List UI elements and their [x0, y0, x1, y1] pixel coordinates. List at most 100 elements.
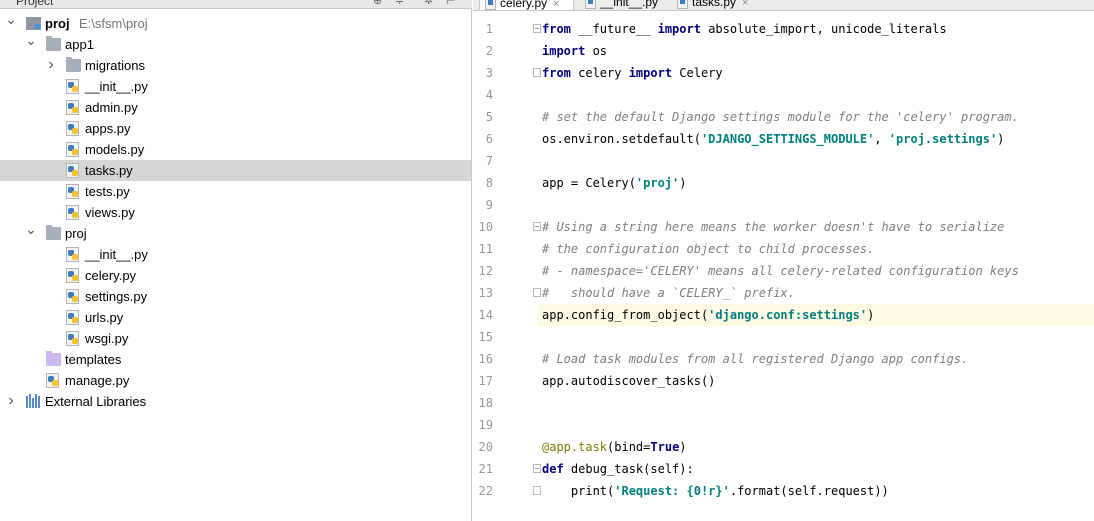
- tab--init-py[interactable]: __init__.py×: [580, 0, 666, 10]
- project-path: E:\sfsm\proj: [79, 16, 148, 31]
- collapse-icon[interactable]: ≑: [395, 0, 404, 7]
- code-line[interactable]: [473, 194, 1094, 216]
- code-line[interactable]: os.environ.setdefault('DJANGO_SETTINGS_M…: [473, 128, 1094, 150]
- tree-item-templates[interactable]: templates: [0, 349, 471, 370]
- tree-item-label: celery.py: [85, 268, 137, 283]
- tree-item-views-py[interactable]: views.py: [0, 202, 471, 223]
- code-line[interactable]: # set the default Django settings module…: [473, 106, 1094, 128]
- code-line[interactable]: from celery import Celery: [473, 62, 1094, 84]
- tree-item-label: settings.py: [85, 289, 148, 304]
- code-line[interactable]: app.autodiscover_tasks(): [473, 370, 1094, 392]
- tree-item-wsgi-py[interactable]: wsgi.py: [0, 328, 471, 349]
- tree-item-celery-py[interactable]: celery.py: [0, 265, 471, 286]
- tree-item--init-py[interactable]: __init__.py: [0, 244, 471, 265]
- fold-marker-icon[interactable]: [533, 222, 541, 231]
- code-line[interactable]: # - namespace='CELERY' means all celery-…: [473, 260, 1094, 282]
- tree-item-label: wsgi.py: [85, 331, 129, 346]
- tab-label: celery.py: [500, 0, 548, 10]
- code-text: print('Request: {0!r}'.format(self.reque…: [542, 484, 889, 498]
- tree-item-label: proj: [65, 226, 87, 241]
- tree-item-app1[interactable]: ⌄ app1: [0, 32, 471, 55]
- tree-item-admin-py[interactable]: admin.py: [0, 97, 471, 118]
- tree-item-label: views.py: [85, 205, 135, 220]
- chevron-down-icon[interactable]: ⌄: [5, 9, 17, 30]
- code-line[interactable]: from __future__ import absolute_import, …: [473, 18, 1094, 40]
- code-line[interactable]: import os: [473, 40, 1094, 62]
- code-line[interactable]: app.config_from_object('django.conf:sett…: [473, 304, 1094, 326]
- hide-icon[interactable]: ⊢: [446, 0, 456, 7]
- fold-marker-icon[interactable]: [533, 464, 541, 473]
- line-number: 13: [478, 286, 493, 300]
- code-editor: celery.py × __init__.py× tasks.py × from __f…: [473, 0, 1094, 521]
- tree-item--init-py[interactable]: __init__.py: [0, 76, 471, 97]
- code-line[interactable]: # should have a `CELERY_` prefix.: [473, 282, 1094, 304]
- project-toolbar: Project ⊕ ≑ ✲ ⊢: [0, 0, 472, 9]
- code-line[interactable]: # Load task modules from all registered …: [473, 348, 1094, 370]
- code-line[interactable]: [473, 150, 1094, 172]
- chevron-right-icon[interactable]: ›: [45, 54, 57, 75]
- tree-item-manage-py[interactable]: manage.py: [0, 370, 471, 391]
- line-number: 11: [478, 242, 493, 256]
- library-icon: [26, 394, 41, 408]
- fold-marker-icon[interactable]: [533, 486, 541, 495]
- code-area[interactable]: from __future__ import absolute_import, …: [473, 11, 1094, 521]
- tree-item-proj[interactable]: ⌄ proj: [0, 221, 471, 244]
- code-line[interactable]: print('Request: {0!r}'.format(self.reque…: [473, 480, 1094, 502]
- code-line[interactable]: [473, 84, 1094, 106]
- line-number: 15: [478, 330, 493, 344]
- tree-item-label: admin.py: [85, 100, 138, 115]
- project-view-title[interactable]: Project: [16, 0, 53, 8]
- tree-item-tests-py[interactable]: tests.py: [0, 181, 471, 202]
- python-file-icon: [66, 268, 79, 283]
- code-line[interactable]: [473, 392, 1094, 414]
- tree-item-models-py[interactable]: models.py: [0, 139, 471, 160]
- fold-marker-icon[interactable]: [533, 24, 541, 33]
- code-line[interactable]: # the configuration object to child proc…: [473, 238, 1094, 260]
- code-line[interactable]: [473, 414, 1094, 436]
- project-tool-window: Project ⊕ ≑ ✲ ⊢ ⌄ proj E:\sfsm\proj ⌄ app1 › m…: [0, 0, 472, 521]
- python-file-icon: [66, 121, 79, 136]
- python-file-icon: [66, 79, 79, 94]
- target-icon[interactable]: ⊕: [373, 0, 382, 7]
- code-line[interactable]: def debug_task(self):: [473, 458, 1094, 480]
- code-text: # Load task modules from all registered …: [542, 352, 969, 366]
- folder-icon: [46, 225, 61, 240]
- tree-item-proj[interactable]: ⌄ proj E:\sfsm\proj: [0, 11, 471, 34]
- fold-marker-icon[interactable]: [533, 68, 541, 77]
- fold-marker-icon[interactable]: [533, 288, 541, 297]
- line-number: 8: [485, 176, 493, 190]
- line-number: 9: [485, 198, 493, 212]
- chevron-down-icon[interactable]: ⌄: [25, 219, 37, 240]
- python-file-icon: [66, 289, 79, 304]
- code-line[interactable]: @app.task(bind=True): [473, 436, 1094, 458]
- code-line[interactable]: [473, 326, 1094, 348]
- code-line[interactable]: # Using a string here means the worker d…: [473, 216, 1094, 238]
- code-line[interactable]: app = Celery('proj'): [473, 172, 1094, 194]
- tree-item-label: manage.py: [65, 373, 130, 388]
- tree-item-external-libraries[interactable]: › External Libraries: [0, 391, 471, 412]
- line-number: 2: [485, 44, 493, 58]
- tree-item-apps-py[interactable]: apps.py: [0, 118, 471, 139]
- tree-item-migrations[interactable]: › migrations: [0, 55, 471, 76]
- chevron-down-icon[interactable]: ⌄: [25, 30, 37, 51]
- line-number: 17: [478, 374, 493, 388]
- gear-icon[interactable]: ✲: [424, 0, 433, 7]
- chevron-right-icon[interactable]: ›: [5, 390, 17, 411]
- tab-celery-py[interactable]: celery.py ×: [479, 0, 574, 10]
- tree-item-label: tests.py: [85, 184, 130, 199]
- tree-item-label: migrations: [85, 58, 145, 73]
- python-file-icon: [585, 0, 596, 9]
- tab-label: tasks.py: [692, 0, 737, 9]
- python-file-icon: [677, 0, 688, 9]
- tree-item-tasks-py[interactable]: tasks.py: [0, 160, 471, 181]
- code-text: from __future__ import absolute_import, …: [542, 22, 947, 36]
- tree-item-urls-py[interactable]: urls.py: [0, 307, 471, 328]
- line-number-gutter: 1 2 3 4 5 6 7 8 9 10 11 12 13 14 15 16 17 18 19 20 21 22: [473, 11, 541, 521]
- code-text: app = Celery('proj'): [542, 176, 687, 190]
- tree-item-settings-py[interactable]: settings.py: [0, 286, 471, 307]
- close-icon[interactable]: ×: [553, 0, 559, 10]
- line-number: 14: [478, 308, 493, 322]
- line-number: 12: [478, 264, 493, 278]
- close-icon[interactable]: ×: [742, 0, 748, 10]
- tab-tasks-py[interactable]: tasks.py ×: [672, 0, 764, 10]
